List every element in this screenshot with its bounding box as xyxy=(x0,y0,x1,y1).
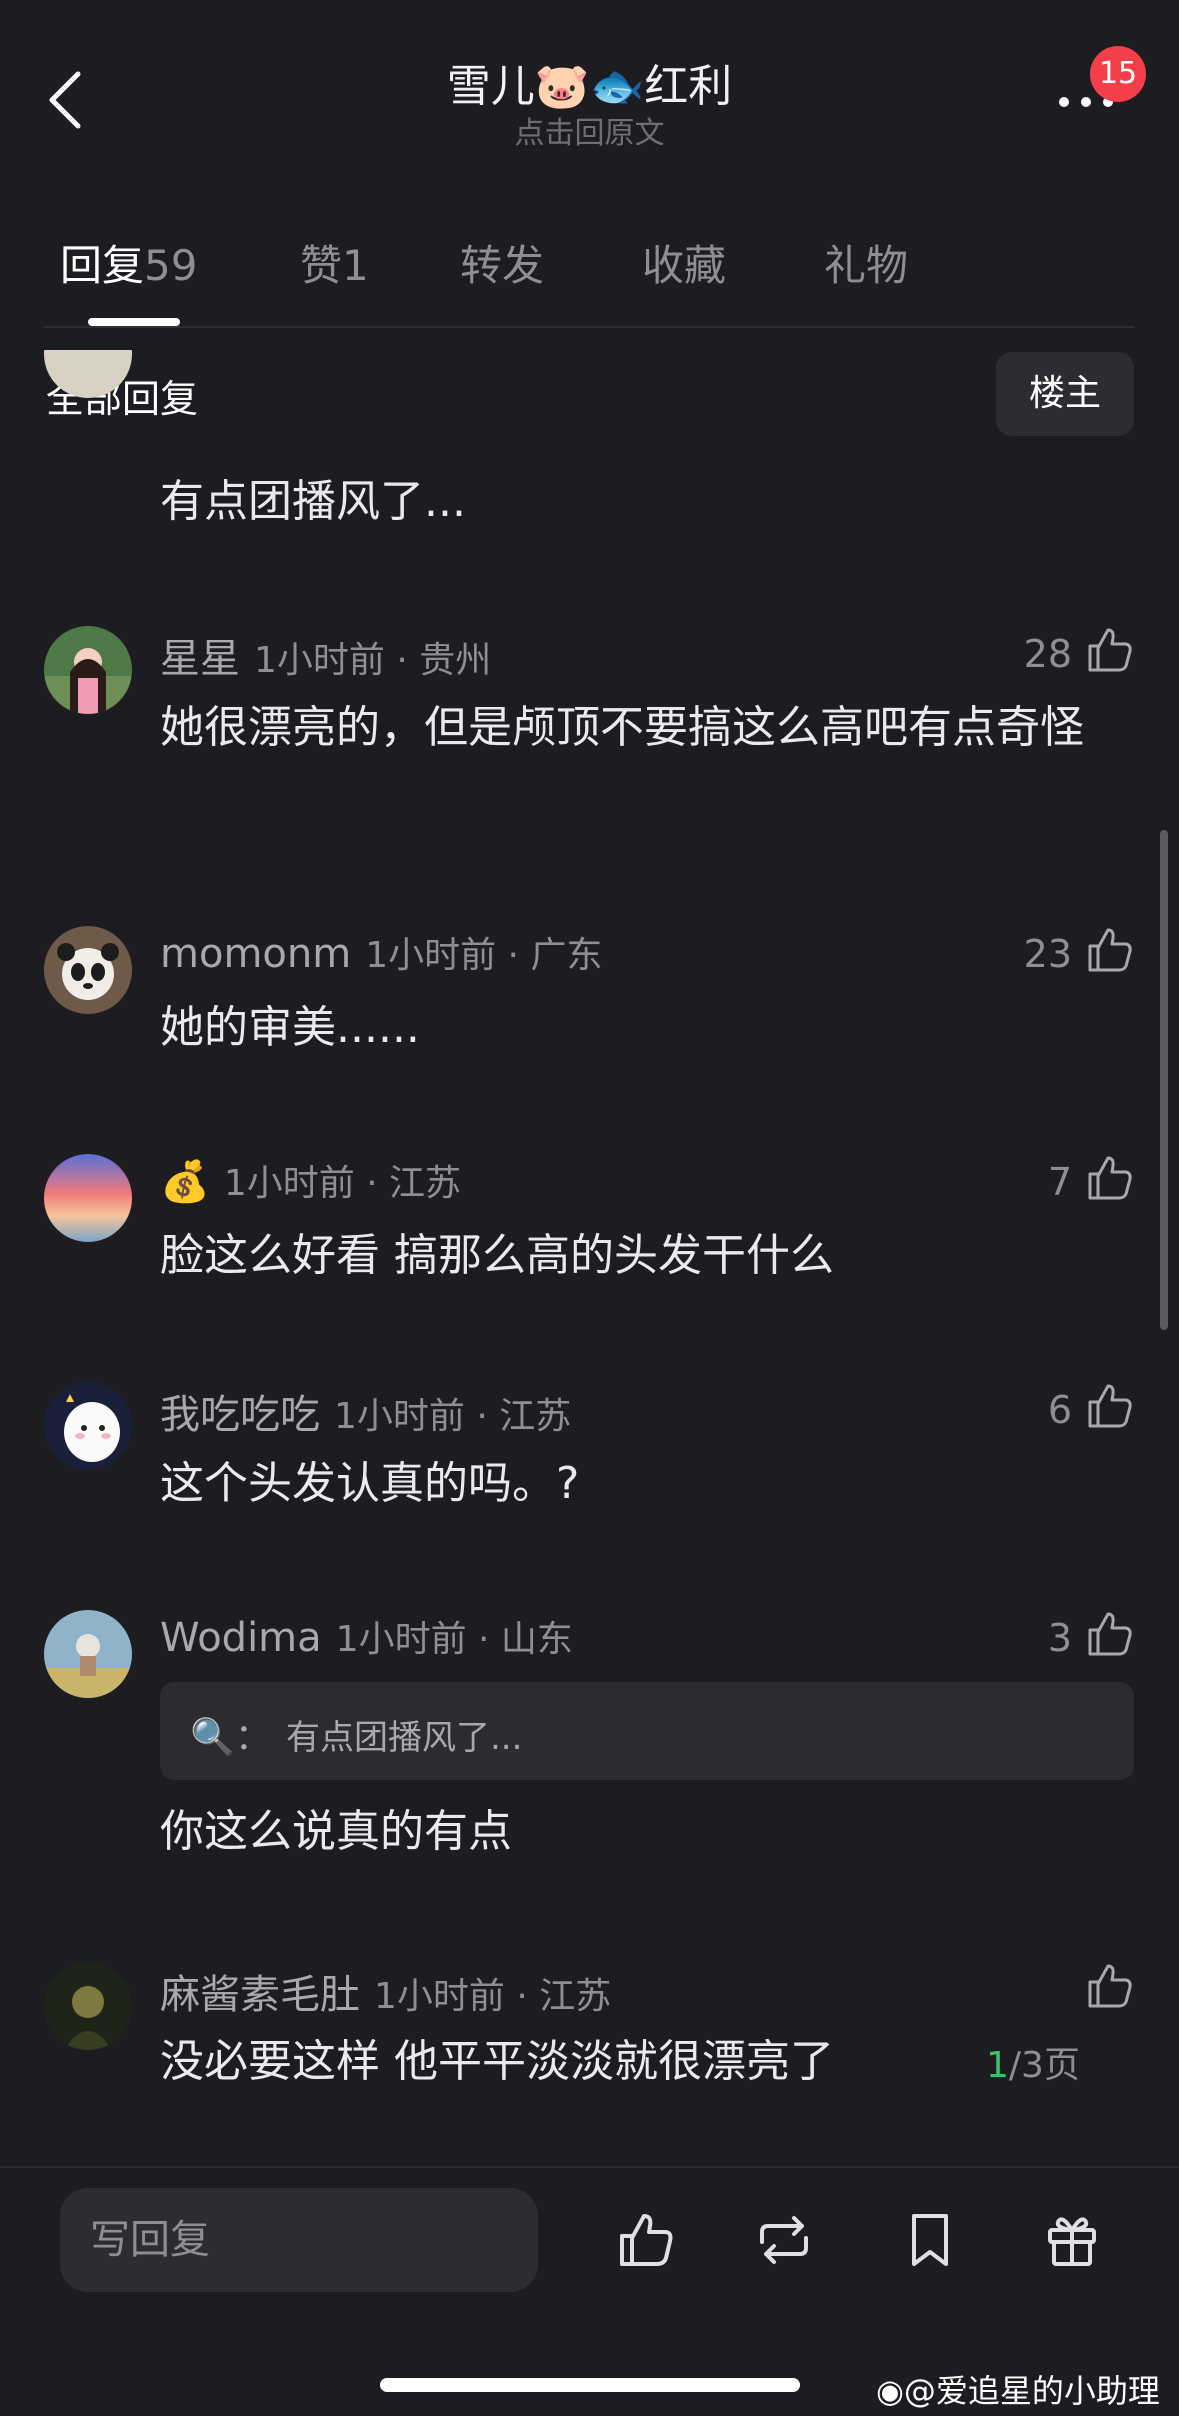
reply-input[interactable]: 写回复 xyxy=(60,2188,538,2292)
comment-meta: Wodima 1小时前 · 山东 xyxy=(160,1610,573,1662)
tab-label: 赞 xyxy=(300,241,343,290)
avatar[interactable] xyxy=(44,626,132,714)
current-page: 1 xyxy=(986,2045,1009,2086)
thumbs-up-icon[interactable] xyxy=(1084,1960,1136,2012)
comment-text[interactable]: 她的审美...... xyxy=(160,992,1120,1064)
username[interactable]: 我吃吃吃 xyxy=(160,1392,320,1438)
notification-badge[interactable]: 15 xyxy=(1090,46,1146,102)
page-title[interactable]: 雪儿🐷🐟红利 xyxy=(0,50,1179,114)
like-count: 6 xyxy=(1047,1388,1072,1432)
weibo-logo-icon: ◉ xyxy=(876,2372,904,2410)
quoted-user: 🔍： xyxy=(190,1717,271,1758)
tab-count: 59 xyxy=(144,241,198,290)
comment-meta: 我吃吃吃 1小时前 · 江苏 xyxy=(160,1382,571,1440)
avatar[interactable] xyxy=(44,1154,132,1242)
gift-icon[interactable] xyxy=(1040,2208,1104,2272)
comment-text[interactable]: 有点团播风了... xyxy=(160,466,1120,538)
like-count: 23 xyxy=(1023,932,1072,976)
tab-favorites[interactable]: 收藏 xyxy=(642,232,726,293)
page-indicator[interactable]: 1/3页 xyxy=(986,2036,1080,2088)
username[interactable]: 星星 xyxy=(160,636,240,682)
comment-text[interactable]: 她很漂亮的，但是颅顶不要搞这么高吧有点奇怪 xyxy=(160,692,1120,764)
bookmark-icon[interactable] xyxy=(898,2208,962,2272)
avatar[interactable] xyxy=(44,1962,132,2050)
divider xyxy=(44,326,1134,328)
avatar[interactable] xyxy=(44,926,132,1014)
tab-count: 1 xyxy=(342,241,369,290)
avatar[interactable] xyxy=(44,1382,132,1470)
comment-text[interactable]: 你这么说真的有点 xyxy=(160,1796,1120,1868)
comment-meta: 💰 1小时前 · 江苏 xyxy=(160,1154,461,1206)
home-indicator[interactable] xyxy=(380,2378,800,2392)
thumbs-up-icon[interactable] xyxy=(1084,1380,1136,1432)
op-only-button[interactable]: 楼主 xyxy=(996,352,1134,436)
watermark: ◉@爱追星的小助理 xyxy=(876,2372,1160,2410)
tab-repost[interactable]: 转发 xyxy=(460,232,544,293)
comment-meta: momonm 1小时前 · 广东 xyxy=(160,926,602,978)
thumbs-up-icon[interactable] xyxy=(1084,924,1136,976)
thumbs-up-icon[interactable] xyxy=(1084,1152,1136,1204)
quoted-reply[interactable]: 🔍： 有点团播风了... xyxy=(160,1682,1134,1780)
comment-text[interactable]: 脸这么好看 搞那么高的头发干什么 xyxy=(160,1220,1120,1292)
username[interactable]: Wodima xyxy=(160,1615,322,1661)
comment-text[interactable]: 这个头发认真的吗。? xyxy=(160,1448,1120,1520)
thumbs-up-icon[interactable] xyxy=(1084,1608,1136,1660)
comment-time-location: 1小时前 · 广东 xyxy=(365,935,603,976)
like-count: 3 xyxy=(1047,1616,1072,1660)
comment-time-location: 1小时前 · 江苏 xyxy=(334,1396,572,1437)
total-pages: /3页 xyxy=(1008,2045,1080,2086)
comment-time-location: 1小时前 · 贵州 xyxy=(254,640,492,681)
quoted-text: 有点团播风了... xyxy=(286,1718,523,1758)
comment-time-location: 1小时前 · 山东 xyxy=(335,1619,573,1660)
avatar[interactable] xyxy=(44,1610,132,1698)
like-count: 28 xyxy=(1023,632,1072,676)
thumbs-up-icon[interactable] xyxy=(614,2208,678,2272)
comment-time-location: 1小时前 · 江苏 xyxy=(374,1976,612,2017)
tab-gifts[interactable]: 礼物 xyxy=(824,232,908,293)
comment-meta: 麻酱素毛肚 1小时前 · 江苏 xyxy=(160,1962,611,2020)
tab-label: 回复 xyxy=(60,241,145,290)
divider xyxy=(0,2166,1179,2168)
like-count: 7 xyxy=(1047,1160,1072,1204)
comment-time-location: 1小时前 · 江苏 xyxy=(223,1163,462,1204)
active-tab-indicator xyxy=(88,318,180,326)
username[interactable]: momonm xyxy=(160,931,351,977)
scrollbar[interactable] xyxy=(1160,830,1168,1330)
thumbs-up-icon[interactable] xyxy=(1084,624,1136,676)
comment-text[interactable]: 没必要这样 他平平淡淡就很漂亮了 xyxy=(160,2026,980,2098)
back-to-original-link[interactable]: 点击回原文 xyxy=(0,108,1179,152)
tab-replies[interactable]: 回复59 xyxy=(60,232,197,293)
username[interactable]: 麻酱素毛肚 xyxy=(160,1972,360,2018)
username[interactable]: 💰 xyxy=(160,1159,210,1205)
tab-likes[interactable]: 赞1 xyxy=(300,232,369,293)
comment-meta: 星星 1小时前 · 贵州 xyxy=(160,626,491,684)
repost-icon[interactable] xyxy=(752,2208,816,2272)
